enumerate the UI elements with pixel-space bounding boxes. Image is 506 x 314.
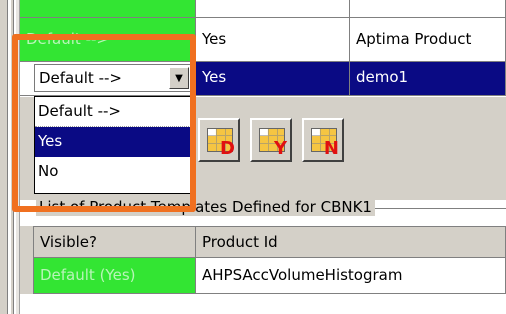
button-letter: Y [273,138,287,159]
set-no-button[interactable]: N [302,118,344,162]
set-yes-button[interactable]: Y [250,118,292,162]
button-letter: D [220,138,235,159]
window-frame-edge [0,0,8,314]
row-header-column [20,226,34,294]
upper-grid-cell[interactable] [196,0,350,18]
upper-grid-cell[interactable] [350,0,506,18]
column-header-product-id[interactable]: Product Id [196,226,506,258]
selected-row-product-cell[interactable]: demo1 [350,62,506,96]
visible-value-cell[interactable]: Yes [196,18,350,62]
visible-cell[interactable]: Default (Yes) [34,258,196,294]
button-letter: N [323,138,339,159]
highlight-box [12,34,196,212]
product-name-cell[interactable]: Aptima Product [350,18,506,62]
set-default-button[interactable]: D [198,118,240,162]
selected-row-visible-cell[interactable]: Yes [196,62,350,96]
column-header-visible[interactable]: Visible? [34,226,196,258]
product-id-cell[interactable]: AHPSAccVolumeHistogram [196,258,506,294]
upper-grid-cell[interactable] [20,0,196,18]
